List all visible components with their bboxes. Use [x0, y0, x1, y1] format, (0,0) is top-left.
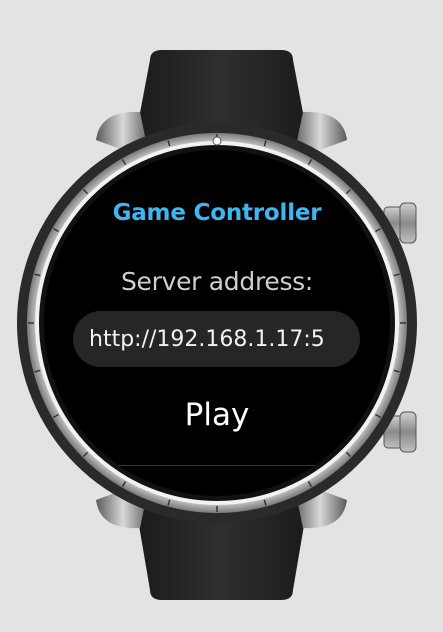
server-address-input[interactable]: [73, 311, 360, 367]
app-title: Game Controller: [112, 200, 322, 226]
smartwatch-emulator: Game Controller Server address: Play: [0, 0, 443, 632]
bezel-top-marker-icon: [212, 136, 222, 146]
server-address-label: Server address:: [120, 267, 314, 296]
play-button[interactable]: Play: [104, 387, 330, 443]
watch-screen: Game Controller Server address: Play: [44, 150, 390, 496]
divider: [114, 465, 320, 466]
